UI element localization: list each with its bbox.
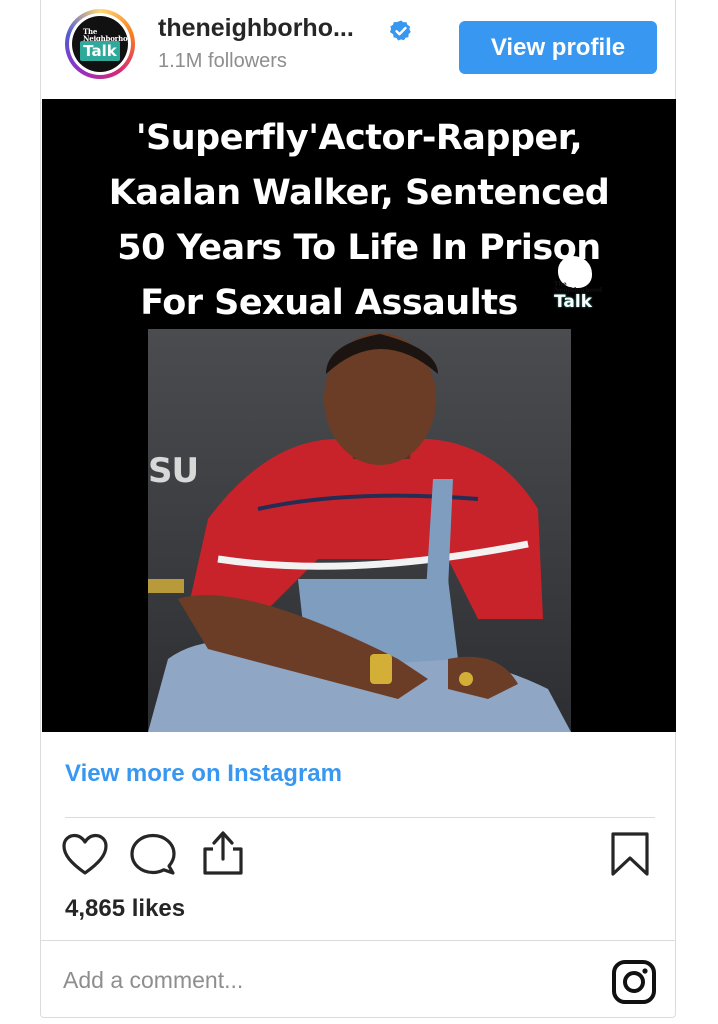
verified-badge-icon [389, 20, 411, 41]
comment-input[interactable] [63, 960, 563, 1000]
view-profile-button[interactable]: View profile [459, 21, 657, 74]
share-icon[interactable] [199, 829, 247, 877]
likes-count[interactable]: 4,865 likes [65, 895, 185, 923]
headline-line: Kaalan Walker, Sentenced [108, 173, 610, 213]
person-photo: SU [148, 329, 571, 732]
divider [41, 940, 675, 941]
username-link[interactable]: theneighborho... [158, 14, 354, 43]
headline-line: 'Superfly'Actor-Rapper, [135, 118, 583, 158]
avatar-logo: The Neighborhood Talk [72, 16, 128, 72]
heart-icon[interactable] [61, 833, 109, 877]
followers-count: 1.1M followers [158, 50, 287, 72]
avatar[interactable]: The Neighborhood Talk [65, 9, 135, 79]
watermark-logo: The Neighborhood Talk [550, 256, 604, 312]
instagram-icon[interactable] [611, 959, 657, 1005]
bookmark-icon[interactable] [609, 831, 651, 877]
comment-icon[interactable] [129, 833, 177, 877]
view-more-on-instagram-link[interactable]: View more on Instagram [65, 760, 342, 788]
avatar-logo-small-text: The Neighborhood [83, 27, 128, 43]
person-illustration [148, 333, 571, 732]
watermark-talk-text: Talk [554, 292, 593, 312]
divider [65, 817, 655, 818]
post-image[interactable]: 'Superfly'Actor-Rapper, Kaalan Walker, S… [42, 99, 676, 732]
instagram-embed-card: The Neighborhood Talk theneighborho... 1… [40, 0, 676, 1018]
avatar-logo-talk-text: Talk [80, 41, 120, 61]
